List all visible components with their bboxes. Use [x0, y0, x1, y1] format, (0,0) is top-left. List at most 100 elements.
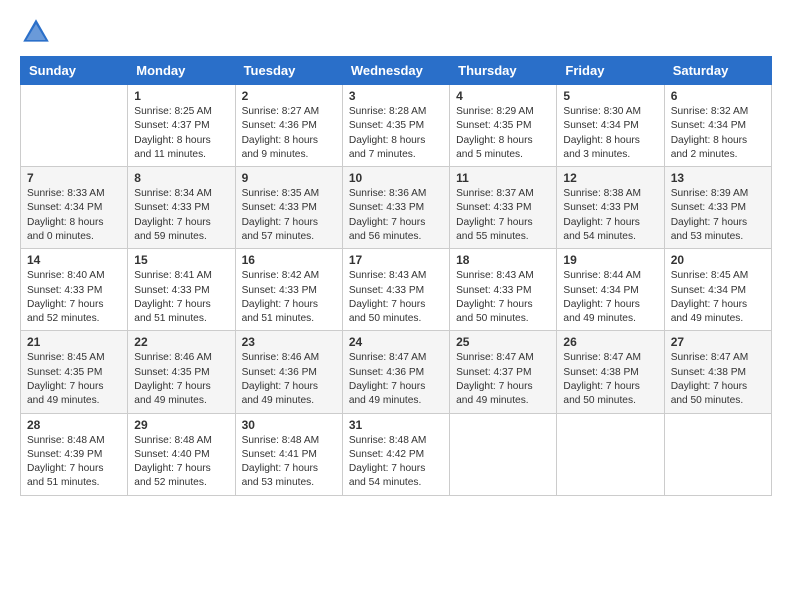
logo-icon [20, 16, 52, 48]
day-number: 24 [349, 335, 443, 349]
calendar-day-cell [21, 85, 128, 167]
day-info: Sunrise: 8:32 AMSunset: 4:34 PMDaylight:… [671, 105, 765, 162]
calendar-day-cell: 5 Sunrise: 8:30 AMSunset: 4:34 PMDayligh… [557, 85, 664, 167]
day-number: 4 [456, 89, 550, 103]
day-info: Sunrise: 8:45 AMSunset: 4:35 PMDaylight:… [27, 351, 121, 408]
calendar-day-cell: 11 Sunrise: 8:37 AMSunset: 4:33 PMDaylig… [450, 167, 557, 249]
calendar-day-cell: 28 Sunrise: 8:48 AMSunset: 4:39 PMDaylig… [21, 413, 128, 495]
day-info: Sunrise: 8:36 AMSunset: 4:33 PMDaylight:… [349, 187, 443, 244]
calendar-week-row: 28 Sunrise: 8:48 AMSunset: 4:39 PMDaylig… [21, 413, 772, 495]
calendar-day-cell: 19 Sunrise: 8:44 AMSunset: 4:34 PMDaylig… [557, 249, 664, 331]
day-number: 23 [242, 335, 336, 349]
day-number: 8 [134, 171, 228, 185]
day-number: 7 [27, 171, 121, 185]
calendar-day-header: Tuesday [235, 57, 342, 85]
day-info: Sunrise: 8:38 AMSunset: 4:33 PMDaylight:… [563, 187, 657, 244]
calendar-week-row: 7 Sunrise: 8:33 AMSunset: 4:34 PMDayligh… [21, 167, 772, 249]
day-number: 21 [27, 335, 121, 349]
calendar-day-cell: 17 Sunrise: 8:43 AMSunset: 4:33 PMDaylig… [342, 249, 449, 331]
calendar-day-cell: 8 Sunrise: 8:34 AMSunset: 4:33 PMDayligh… [128, 167, 235, 249]
day-number: 6 [671, 89, 765, 103]
calendar-week-row: 1 Sunrise: 8:25 AMSunset: 4:37 PMDayligh… [21, 85, 772, 167]
calendar-day-cell [557, 413, 664, 495]
day-info: Sunrise: 8:46 AMSunset: 4:35 PMDaylight:… [134, 351, 228, 408]
day-info: Sunrise: 8:44 AMSunset: 4:34 PMDaylight:… [563, 269, 657, 326]
day-number: 20 [671, 253, 765, 267]
calendar-day-cell: 23 Sunrise: 8:46 AMSunset: 4:36 PMDaylig… [235, 331, 342, 413]
calendar-day-header: Friday [557, 57, 664, 85]
day-number: 22 [134, 335, 228, 349]
day-info: Sunrise: 8:35 AMSunset: 4:33 PMDaylight:… [242, 187, 336, 244]
calendar-day-cell: 13 Sunrise: 8:39 AMSunset: 4:33 PMDaylig… [664, 167, 771, 249]
calendar-day-cell [450, 413, 557, 495]
calendar-day-cell: 26 Sunrise: 8:47 AMSunset: 4:38 PMDaylig… [557, 331, 664, 413]
calendar-week-row: 21 Sunrise: 8:45 AMSunset: 4:35 PMDaylig… [21, 331, 772, 413]
day-info: Sunrise: 8:43 AMSunset: 4:33 PMDaylight:… [456, 269, 550, 326]
day-number: 12 [563, 171, 657, 185]
calendar-day-cell: 30 Sunrise: 8:48 AMSunset: 4:41 PMDaylig… [235, 413, 342, 495]
day-number: 27 [671, 335, 765, 349]
calendar-week-row: 14 Sunrise: 8:40 AMSunset: 4:33 PMDaylig… [21, 249, 772, 331]
day-number: 14 [27, 253, 121, 267]
day-number: 9 [242, 171, 336, 185]
calendar-day-cell: 15 Sunrise: 8:41 AMSunset: 4:33 PMDaylig… [128, 249, 235, 331]
calendar-day-cell: 2 Sunrise: 8:27 AMSunset: 4:36 PMDayligh… [235, 85, 342, 167]
day-number: 10 [349, 171, 443, 185]
calendar-day-cell: 1 Sunrise: 8:25 AMSunset: 4:37 PMDayligh… [128, 85, 235, 167]
logo [20, 16, 56, 48]
day-info: Sunrise: 8:47 AMSunset: 4:37 PMDaylight:… [456, 351, 550, 408]
calendar-header-row: SundayMondayTuesdayWednesdayThursdayFrid… [21, 57, 772, 85]
day-info: Sunrise: 8:27 AMSunset: 4:36 PMDaylight:… [242, 105, 336, 162]
calendar-day-cell: 10 Sunrise: 8:36 AMSunset: 4:33 PMDaylig… [342, 167, 449, 249]
day-number: 15 [134, 253, 228, 267]
day-number: 30 [242, 418, 336, 432]
calendar-day-cell: 18 Sunrise: 8:43 AMSunset: 4:33 PMDaylig… [450, 249, 557, 331]
day-number: 29 [134, 418, 228, 432]
day-info: Sunrise: 8:25 AMSunset: 4:37 PMDaylight:… [134, 105, 228, 162]
day-number: 19 [563, 253, 657, 267]
day-info: Sunrise: 8:47 AMSunset: 4:38 PMDaylight:… [563, 351, 657, 408]
calendar-day-cell: 31 Sunrise: 8:48 AMSunset: 4:42 PMDaylig… [342, 413, 449, 495]
calendar-day-cell: 16 Sunrise: 8:42 AMSunset: 4:33 PMDaylig… [235, 249, 342, 331]
calendar-day-cell: 25 Sunrise: 8:47 AMSunset: 4:37 PMDaylig… [450, 331, 557, 413]
day-number: 13 [671, 171, 765, 185]
day-info: Sunrise: 8:45 AMSunset: 4:34 PMDaylight:… [671, 269, 765, 326]
day-number: 31 [349, 418, 443, 432]
calendar-day-cell: 14 Sunrise: 8:40 AMSunset: 4:33 PMDaylig… [21, 249, 128, 331]
day-number: 3 [349, 89, 443, 103]
day-info: Sunrise: 8:47 AMSunset: 4:36 PMDaylight:… [349, 351, 443, 408]
day-info: Sunrise: 8:48 AMSunset: 4:42 PMDaylight:… [349, 434, 443, 491]
day-number: 28 [27, 418, 121, 432]
day-number: 5 [563, 89, 657, 103]
day-info: Sunrise: 8:30 AMSunset: 4:34 PMDaylight:… [563, 105, 657, 162]
day-info: Sunrise: 8:28 AMSunset: 4:35 PMDaylight:… [349, 105, 443, 162]
header [20, 16, 772, 48]
calendar-day-header: Monday [128, 57, 235, 85]
day-info: Sunrise: 8:42 AMSunset: 4:33 PMDaylight:… [242, 269, 336, 326]
day-info: Sunrise: 8:48 AMSunset: 4:40 PMDaylight:… [134, 434, 228, 491]
calendar-day-cell: 6 Sunrise: 8:32 AMSunset: 4:34 PMDayligh… [664, 85, 771, 167]
calendar-day-header: Sunday [21, 57, 128, 85]
day-info: Sunrise: 8:29 AMSunset: 4:35 PMDaylight:… [456, 105, 550, 162]
day-info: Sunrise: 8:40 AMSunset: 4:33 PMDaylight:… [27, 269, 121, 326]
calendar-day-cell: 24 Sunrise: 8:47 AMSunset: 4:36 PMDaylig… [342, 331, 449, 413]
day-info: Sunrise: 8:48 AMSunset: 4:39 PMDaylight:… [27, 434, 121, 491]
calendar-day-cell: 12 Sunrise: 8:38 AMSunset: 4:33 PMDaylig… [557, 167, 664, 249]
day-info: Sunrise: 8:37 AMSunset: 4:33 PMDaylight:… [456, 187, 550, 244]
calendar-day-cell [664, 413, 771, 495]
day-info: Sunrise: 8:46 AMSunset: 4:36 PMDaylight:… [242, 351, 336, 408]
calendar-day-cell: 3 Sunrise: 8:28 AMSunset: 4:35 PMDayligh… [342, 85, 449, 167]
day-info: Sunrise: 8:33 AMSunset: 4:34 PMDaylight:… [27, 187, 121, 244]
day-number: 11 [456, 171, 550, 185]
calendar-day-header: Saturday [664, 57, 771, 85]
calendar-day-cell: 27 Sunrise: 8:47 AMSunset: 4:38 PMDaylig… [664, 331, 771, 413]
day-number: 16 [242, 253, 336, 267]
day-info: Sunrise: 8:39 AMSunset: 4:33 PMDaylight:… [671, 187, 765, 244]
calendar-day-cell: 20 Sunrise: 8:45 AMSunset: 4:34 PMDaylig… [664, 249, 771, 331]
day-number: 26 [563, 335, 657, 349]
day-info: Sunrise: 8:47 AMSunset: 4:38 PMDaylight:… [671, 351, 765, 408]
day-number: 17 [349, 253, 443, 267]
calendar-day-header: Wednesday [342, 57, 449, 85]
calendar-day-cell: 4 Sunrise: 8:29 AMSunset: 4:35 PMDayligh… [450, 85, 557, 167]
day-number: 25 [456, 335, 550, 349]
